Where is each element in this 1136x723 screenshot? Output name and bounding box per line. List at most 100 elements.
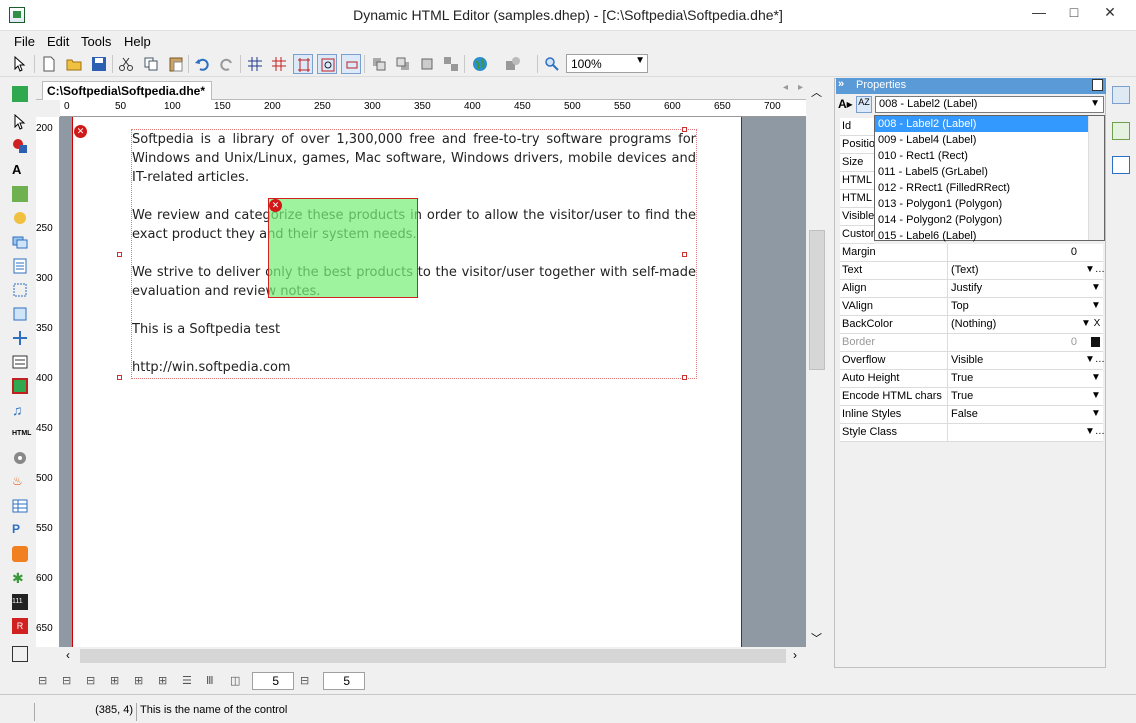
property-row-border[interactable]: Border 0 (840, 334, 1103, 352)
rss-tool-icon[interactable] (12, 546, 28, 562)
rect1-object[interactable] (268, 198, 418, 298)
scroll-left-icon[interactable]: ‹ (66, 648, 70, 662)
chevron-down-icon[interactable]: ▼… (1085, 264, 1105, 275)
chevron-down-icon[interactable]: ▼ (1091, 282, 1101, 293)
property-value[interactable]: (Nothing) (947, 316, 1103, 333)
align-top-icon[interactable]: ⊞ (110, 674, 119, 687)
property-row-html-visible[interactable]: HTML V (840, 172, 882, 190)
property-value[interactable]: False (947, 406, 1103, 423)
sort-category-icon[interactable]: A▸ (838, 97, 853, 111)
expand-toolbox-icon[interactable] (12, 646, 28, 662)
property-value[interactable]: 0 (947, 244, 1103, 261)
snap-grid-icon[interactable] (269, 54, 289, 74)
plugins-icon[interactable] (503, 54, 523, 74)
property-row-backcolor[interactable]: BackColor (Nothing) ▼ X (840, 316, 1103, 334)
property-value[interactable]: True (947, 388, 1103, 405)
globe-icon[interactable] (470, 54, 490, 74)
html-tool-icon[interactable]: HTML (12, 426, 31, 442)
form-tool-icon[interactable] (12, 258, 28, 274)
align-left-icon[interactable]: ⊟ (38, 674, 47, 687)
spacing-spin-2[interactable]: 5 (323, 672, 365, 690)
align-middle-icon[interactable]: ⊞ (134, 674, 143, 687)
center-icon[interactable] (341, 54, 361, 74)
property-row-margin[interactable]: Margin 0 (840, 244, 1103, 262)
property-row-auto-height[interactable]: Auto Height True ▼ (840, 370, 1103, 388)
chevron-down-icon[interactable]: ▼ (1091, 390, 1101, 401)
chevron-down-icon[interactable]: ▼ (1091, 372, 1101, 383)
property-row-encode-html[interactable]: Encode HTML chars True ▼ (840, 388, 1103, 406)
align-right-icon[interactable]: ⊟ (86, 674, 95, 687)
media-tool-icon[interactable] (12, 450, 28, 466)
property-value[interactable]: (Text) (947, 262, 1103, 279)
scroll-right-icon[interactable]: › (793, 648, 797, 662)
chevron-down-icon[interactable]: ▼ (1091, 300, 1101, 311)
horizontal-scroll-thumb[interactable] (80, 649, 786, 663)
rollover-tool-icon[interactable] (12, 210, 28, 226)
save-icon[interactable] (89, 54, 109, 74)
property-row-align[interactable]: Align Justify ▼ (840, 280, 1103, 298)
frame-tool-icon[interactable] (12, 282, 28, 298)
property-value[interactable]: Justify (947, 280, 1103, 297)
paypal-tool-icon[interactable]: P (12, 522, 28, 538)
zoom-frame-icon[interactable] (317, 54, 337, 74)
resize-handle[interactable] (682, 127, 687, 132)
redo-icon[interactable] (217, 54, 237, 74)
scroll-down-icon[interactable]: ﹀ (811, 630, 822, 646)
vertical-scroll-thumb[interactable] (809, 230, 825, 370)
menu-edit[interactable]: Edit (47, 34, 69, 49)
properties-dock-icon[interactable] (1112, 86, 1130, 104)
object-option[interactable]: 013 - Polygon1 (Polygon) (875, 196, 1104, 212)
rotate-tool-icon[interactable]: R (12, 618, 28, 634)
property-value[interactable]: True (947, 370, 1103, 387)
resize-handle[interactable] (117, 252, 122, 257)
object-option[interactable]: 008 - Label2 (Label) (875, 116, 1104, 132)
list-tool-icon[interactable] (12, 354, 28, 370)
link-tool-icon[interactable] (12, 306, 28, 322)
property-value[interactable]: Visible (947, 352, 1103, 369)
counter-tool-icon[interactable]: 111 (12, 594, 28, 610)
select-tool-icon[interactable] (12, 113, 28, 130)
new-file-icon[interactable] (39, 54, 59, 74)
close-button[interactable]: ✕ (1093, 0, 1127, 26)
table-tool-icon[interactable] (12, 498, 28, 514)
send-back-icon[interactable] (393, 54, 413, 74)
property-row-custom[interactable]: Custom (840, 226, 880, 244)
music-tool-icon[interactable]: ♫ (12, 402, 28, 418)
property-value[interactable]: Top (947, 298, 1103, 315)
pin-icon[interactable] (1092, 79, 1103, 91)
menu-tools[interactable]: Tools (81, 34, 111, 49)
object-option[interactable]: 011 - Label5 (GrLabel) (875, 164, 1104, 180)
chevron-down-icon[interactable]: ▼… (1085, 354, 1105, 365)
bring-front-icon[interactable] (369, 54, 389, 74)
delete-badge-icon[interactable]: ✕ (74, 125, 87, 138)
resize-handle[interactable] (682, 375, 687, 380)
list-scrollbar[interactable] (1088, 116, 1104, 240)
object-option[interactable]: 009 - Label4 (Label) (875, 132, 1104, 148)
document-tab[interactable]: C:\Softpedia\Softpedia.dhe* (42, 81, 212, 100)
menu-help[interactable]: Help (124, 34, 151, 49)
menu-file[interactable]: File (14, 34, 35, 49)
property-row-text[interactable]: Text (Text) ▼… (840, 262, 1105, 280)
object-dropdown-list[interactable]: 008 - Label2 (Label) 009 - Label4 (Label… (874, 115, 1105, 242)
pages-dock-icon[interactable] (1112, 156, 1130, 174)
flash-tool-icon[interactable] (12, 378, 28, 394)
zoom-icon[interactable] (542, 54, 562, 74)
property-row-inline-styles[interactable]: Inline Styles False ▼ (840, 406, 1103, 424)
arrow-green-icon[interactable] (12, 86, 28, 102)
tab-right-icon[interactable]: ▸ (798, 82, 803, 93)
layers-tool-icon[interactable] (12, 234, 28, 250)
minimize-button[interactable]: — (1022, 0, 1056, 26)
paste-icon[interactable] (166, 54, 186, 74)
object-option[interactable]: 014 - Polygon2 (Polygon) (875, 212, 1104, 228)
sort-alpha-icon[interactable]: AZ (856, 96, 872, 113)
object-select[interactable]: 008 - Label2 (Label) ▼ (875, 96, 1104, 113)
property-row-visible[interactable]: Visible (840, 208, 874, 226)
grid-icon[interactable] (245, 54, 265, 74)
chevron-down-icon[interactable]: ▼… (1085, 426, 1105, 437)
design-canvas[interactable]: ✕ Softpedia is a library of over 1,300,0… (60, 117, 806, 647)
resize-handle[interactable] (117, 375, 122, 380)
open-folder-icon[interactable] (64, 54, 84, 74)
maximize-button[interactable]: □ (1057, 0, 1091, 26)
resize-handle[interactable] (682, 252, 687, 257)
property-value[interactable]: 0 (947, 334, 1103, 351)
